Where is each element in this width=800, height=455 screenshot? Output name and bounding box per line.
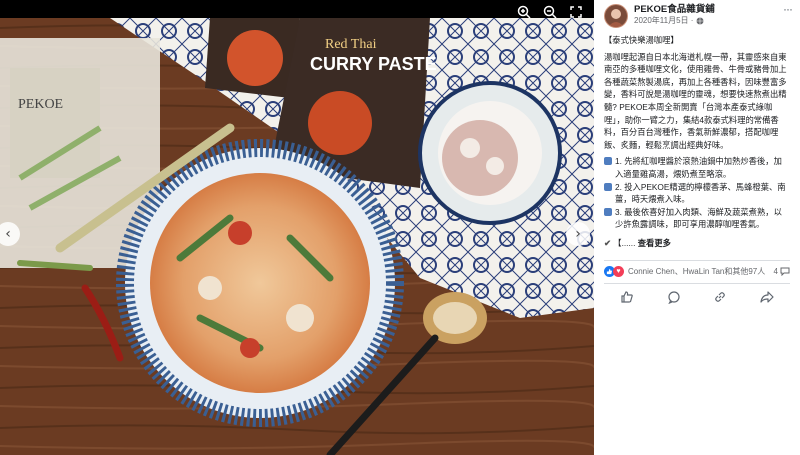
viewer-controls xyxy=(516,4,584,20)
list-item: 1. 先將紅咖哩醬於滾熱油鍋中加熱炒香後，加入適量雞高湯，煨奶煮至略滾。 xyxy=(604,155,790,180)
love-reaction-icon: ♥ xyxy=(613,266,624,277)
rice-bowl xyxy=(418,81,562,225)
check-icon: ✔ xyxy=(604,237,611,248)
step-text: 2. 投入PEKOE精選的檸檬香茅、馬蜂橙葉、南薑，時天煨煮入味。 xyxy=(615,181,786,205)
more-options-icon[interactable]: ··· xyxy=(783,2,793,16)
like-icon[interactable] xyxy=(619,289,635,305)
svg-text:CURRY PASTE: CURRY PASTE xyxy=(310,54,437,74)
reactions-text[interactable]: Connie Chen、HwaLin Tan和其他97人 xyxy=(628,266,774,277)
next-photo-button[interactable]: › xyxy=(566,222,590,246)
list-item: 3. 最後依喜好加入肉類、海鮮及蔬菜煮熟，以少許魚露調味，即可享用濃醇咖哩香氣。 xyxy=(604,206,790,231)
photo-viewer: PEKOE Red Thai CURRY PASTE ‹ › xyxy=(0,0,594,455)
post-photo: PEKOE Red Thai CURRY PASTE xyxy=(0,18,594,455)
zoom-out-icon[interactable] xyxy=(542,4,558,20)
post-meta: 2020年11月5日 · xyxy=(634,15,783,26)
see-more-link[interactable]: 查看更多 xyxy=(638,238,671,248)
curry-paste-pack-left xyxy=(205,18,300,98)
step-text: 1. 先將紅咖哩醬於滾熱油鍋中加熱炒香後，加入適量雞高湯，煨奶煮至略滾。 xyxy=(615,156,782,179)
share-icon[interactable] xyxy=(759,289,775,305)
post-body: 【泰式快樂湯咖哩】 湯咖哩起源自日本北海道札幌一帶，其靈感來自東南亞的多種咖哩文… xyxy=(594,30,800,250)
fullscreen-icon[interactable] xyxy=(568,4,584,20)
post-heading: 【泰式快樂湯咖哩】 xyxy=(604,35,679,45)
curry-bowl xyxy=(116,139,404,427)
page-name[interactable]: PEKOE食品雜貨鋪 xyxy=(634,4,783,15)
svg-text:PEKOE: PEKOE xyxy=(18,97,63,112)
post-sidebar: PEKOE食品雜貨鋪 2020年11月5日 · ··· 【泰式快樂湯咖哩】 湯咖… xyxy=(594,0,800,455)
post-actions xyxy=(604,289,790,305)
keycap-two-icon xyxy=(604,182,612,191)
comment-icon[interactable] xyxy=(666,289,682,305)
post-date[interactable]: 2020年11月5日 · xyxy=(634,15,693,26)
keycap-one-icon xyxy=(604,157,612,166)
chevron-right-icon: › xyxy=(575,226,581,242)
svg-text:Red Thai: Red Thai xyxy=(325,37,377,52)
divider xyxy=(604,283,790,284)
comment-count-value: 4 xyxy=(773,267,778,276)
divider xyxy=(604,260,790,261)
list-item: 2. 投入PEKOE精選的檸檬香茅、馬蜂橙葉、南薑，時天煨煮入味。 xyxy=(604,181,790,206)
reactions-bar: ♥ Connie Chen、HwaLin Tan和其他97人 4 xyxy=(604,266,790,277)
see-more-line: ✔ 【...... 查看更多 xyxy=(604,237,790,250)
share-link-icon[interactable] xyxy=(712,289,728,305)
post-header: PEKOE食品雜貨鋪 2020年11月5日 · ··· xyxy=(594,0,800,30)
step-text: 3. 最後依喜好加入肉類、海鮮及蔬菜煮熟，以少許魚露調味，即可享用濃醇咖哩香氣。 xyxy=(615,206,782,230)
chevron-left-icon: ‹ xyxy=(5,226,11,242)
avatar[interactable] xyxy=(604,4,628,28)
globe-icon xyxy=(696,17,704,24)
zoom-in-icon[interactable] xyxy=(516,4,532,20)
post-header-text: PEKOE食品雜貨鋪 2020年11月5日 · xyxy=(634,4,783,26)
comment-bubble-icon xyxy=(780,267,790,276)
see-more-prefix: 【...... xyxy=(613,237,636,248)
post-paragraph: 湯咖哩起源自日本北海道札幌一帶，其靈感來自東南亞的多種咖哩文化，使用雞骨、牛骨或… xyxy=(604,51,787,150)
reaction-icons[interactable]: ♥ xyxy=(604,266,624,277)
keycap-three-icon xyxy=(604,207,612,216)
comment-count[interactable]: 4 xyxy=(774,267,790,276)
